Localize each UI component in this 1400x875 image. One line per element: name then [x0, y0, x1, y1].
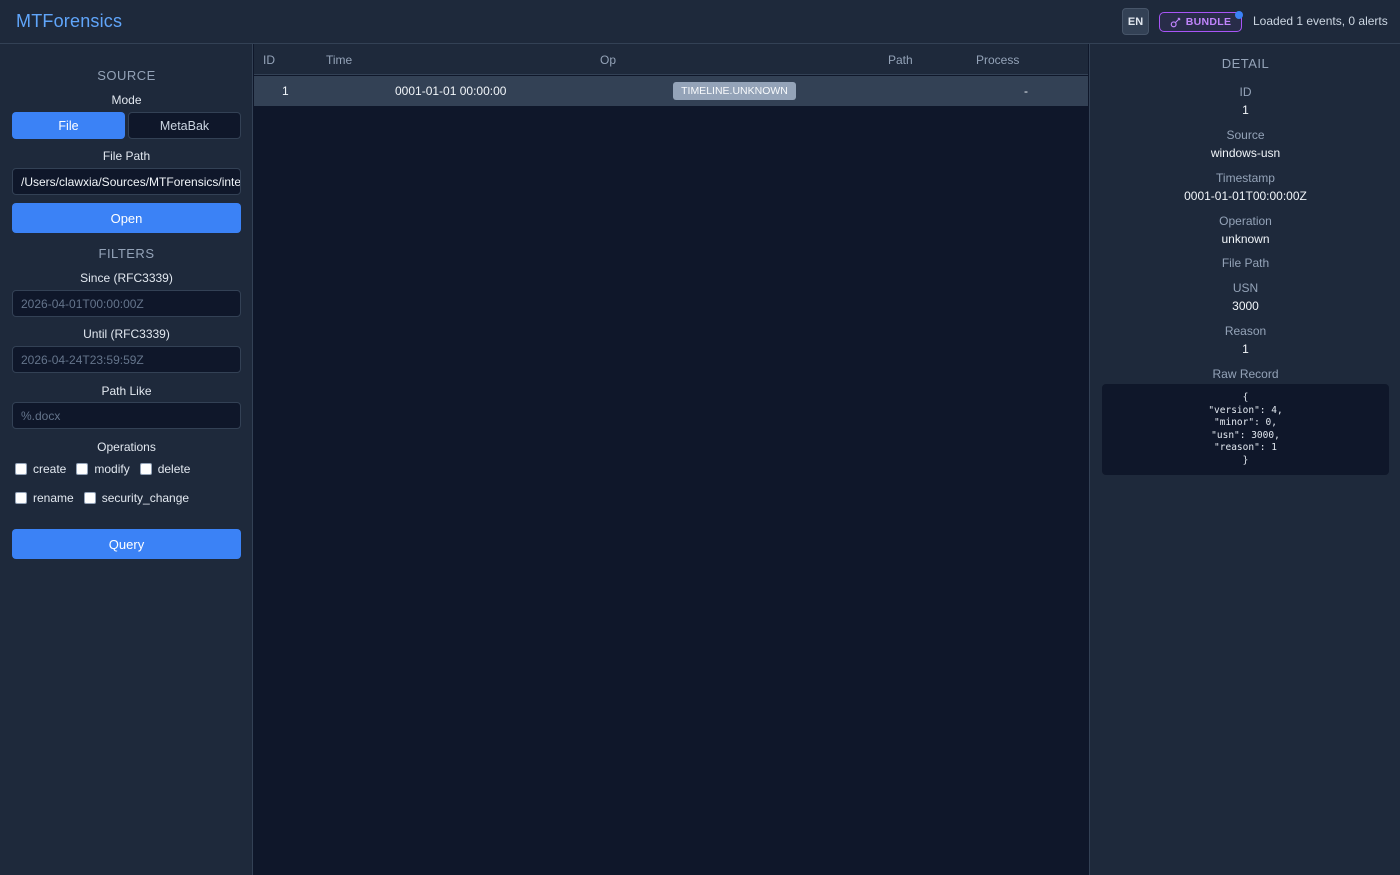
file-path-label: File Path	[102, 149, 151, 163]
detail-panel: DETAIL ID 1 Source windows-usn Timestamp…	[1089, 44, 1400, 875]
bundle-button[interactable]: BUNDLE	[1159, 12, 1242, 32]
detail-timestamp-label: Timestamp	[1216, 171, 1275, 185]
operations-row-2: rename security_change	[15, 491, 199, 505]
app-title: MTForensics	[16, 11, 123, 31]
raw-record-label: Raw Record	[1212, 367, 1279, 381]
detail-title: DETAIL	[1221, 56, 1270, 71]
open-button[interactable]: Open	[12, 203, 241, 233]
operations-row-1: create modify delete	[15, 462, 200, 476]
col-op[interactable]: Op	[600, 53, 616, 67]
sidebar: SOURCE Mode File MetaBak File Path /User…	[0, 44, 253, 875]
language-button[interactable]: EN	[1122, 8, 1149, 35]
detail-id-label: ID	[1239, 85, 1252, 99]
rename-checkbox[interactable]	[15, 492, 27, 504]
cell-process: -	[1024, 84, 1028, 98]
col-path[interactable]: Path	[888, 53, 913, 67]
detail-reason-value: 1	[1242, 342, 1249, 356]
security-change-checkbox[interactable]	[83, 492, 96, 504]
cell-id: 1	[282, 84, 289, 98]
mode-file-button[interactable]: File	[12, 112, 125, 139]
link-icon	[1170, 17, 1180, 27]
bundle-label: BUNDLE	[1185, 16, 1232, 28]
detail-id-value: 1	[1242, 103, 1249, 117]
modify-label: modify	[94, 462, 130, 476]
query-button[interactable]: Query	[12, 529, 241, 559]
detail-source-label: Source	[1226, 128, 1265, 142]
op-badge: TIMELINE.UNKNOWN	[673, 82, 796, 100]
since-label: Since (RFC3339)	[80, 271, 173, 285]
col-process[interactable]: Process	[976, 53, 1019, 67]
path-like-input[interactable]: %.docx	[12, 402, 241, 429]
status-text: Loaded 1 events, 0 alerts	[1253, 14, 1388, 28]
top-bar: MTForensics EN BUNDLE Loaded 1 events, 0…	[0, 0, 1400, 44]
until-input[interactable]: 2026-04-24T23:59:59Z	[12, 346, 241, 373]
raw-record-block: { "version": 4, "minor": 0, "usn": 3000,…	[1102, 384, 1389, 475]
rename-label: rename	[33, 491, 74, 505]
delete-checkbox[interactable]	[139, 463, 152, 475]
file-path-input[interactable]: /Users/clawxia/Sources/MTForensics/inte	[12, 168, 241, 195]
modify-checkbox[interactable]	[76, 463, 89, 475]
until-label: Until (RFC3339)	[83, 327, 170, 341]
filters-section-title: FILTERS	[98, 246, 155, 261]
col-time[interactable]: Time	[326, 53, 352, 67]
detail-source-value: windows-usn	[1210, 146, 1281, 160]
table-header: ID Time Op Path Process	[254, 44, 1088, 75]
notification-dot	[1235, 11, 1243, 19]
detail-reason-label: Reason	[1224, 324, 1267, 338]
detail-usn-value: 3000	[1232, 299, 1259, 313]
table-row[interactable]: 1 0001-01-01 00:00:00 TIMELINE.UNKNOWN -	[254, 76, 1088, 106]
delete-label: delete	[157, 462, 191, 476]
create-checkbox[interactable]	[15, 463, 27, 475]
mode-label: Mode	[111, 93, 142, 107]
detail-timestamp-value: 0001-01-01T00:00:00Z	[1184, 189, 1307, 203]
detail-operation-value: unknown	[1221, 232, 1270, 246]
source-section-title: SOURCE	[97, 68, 156, 83]
security-change-label: security_change	[101, 491, 190, 505]
cell-time: 0001-01-01 00:00:00	[395, 84, 507, 98]
col-id[interactable]: ID	[263, 53, 275, 67]
detail-operation-label: Operation	[1219, 214, 1272, 228]
operations-label: Operations	[97, 440, 156, 454]
detail-file-path-label: File Path	[1221, 256, 1270, 270]
path-like-label: Path Like	[101, 384, 152, 398]
detail-usn-label: USN	[1232, 281, 1259, 295]
since-input[interactable]: 2026-04-01T00:00:00Z	[12, 290, 241, 317]
mode-metabak-button[interactable]: MetaBak	[128, 112, 241, 139]
create-label: create	[33, 462, 67, 476]
events-table: ID Time Op Path Process 1 0001-01-01 00:…	[254, 44, 1088, 875]
